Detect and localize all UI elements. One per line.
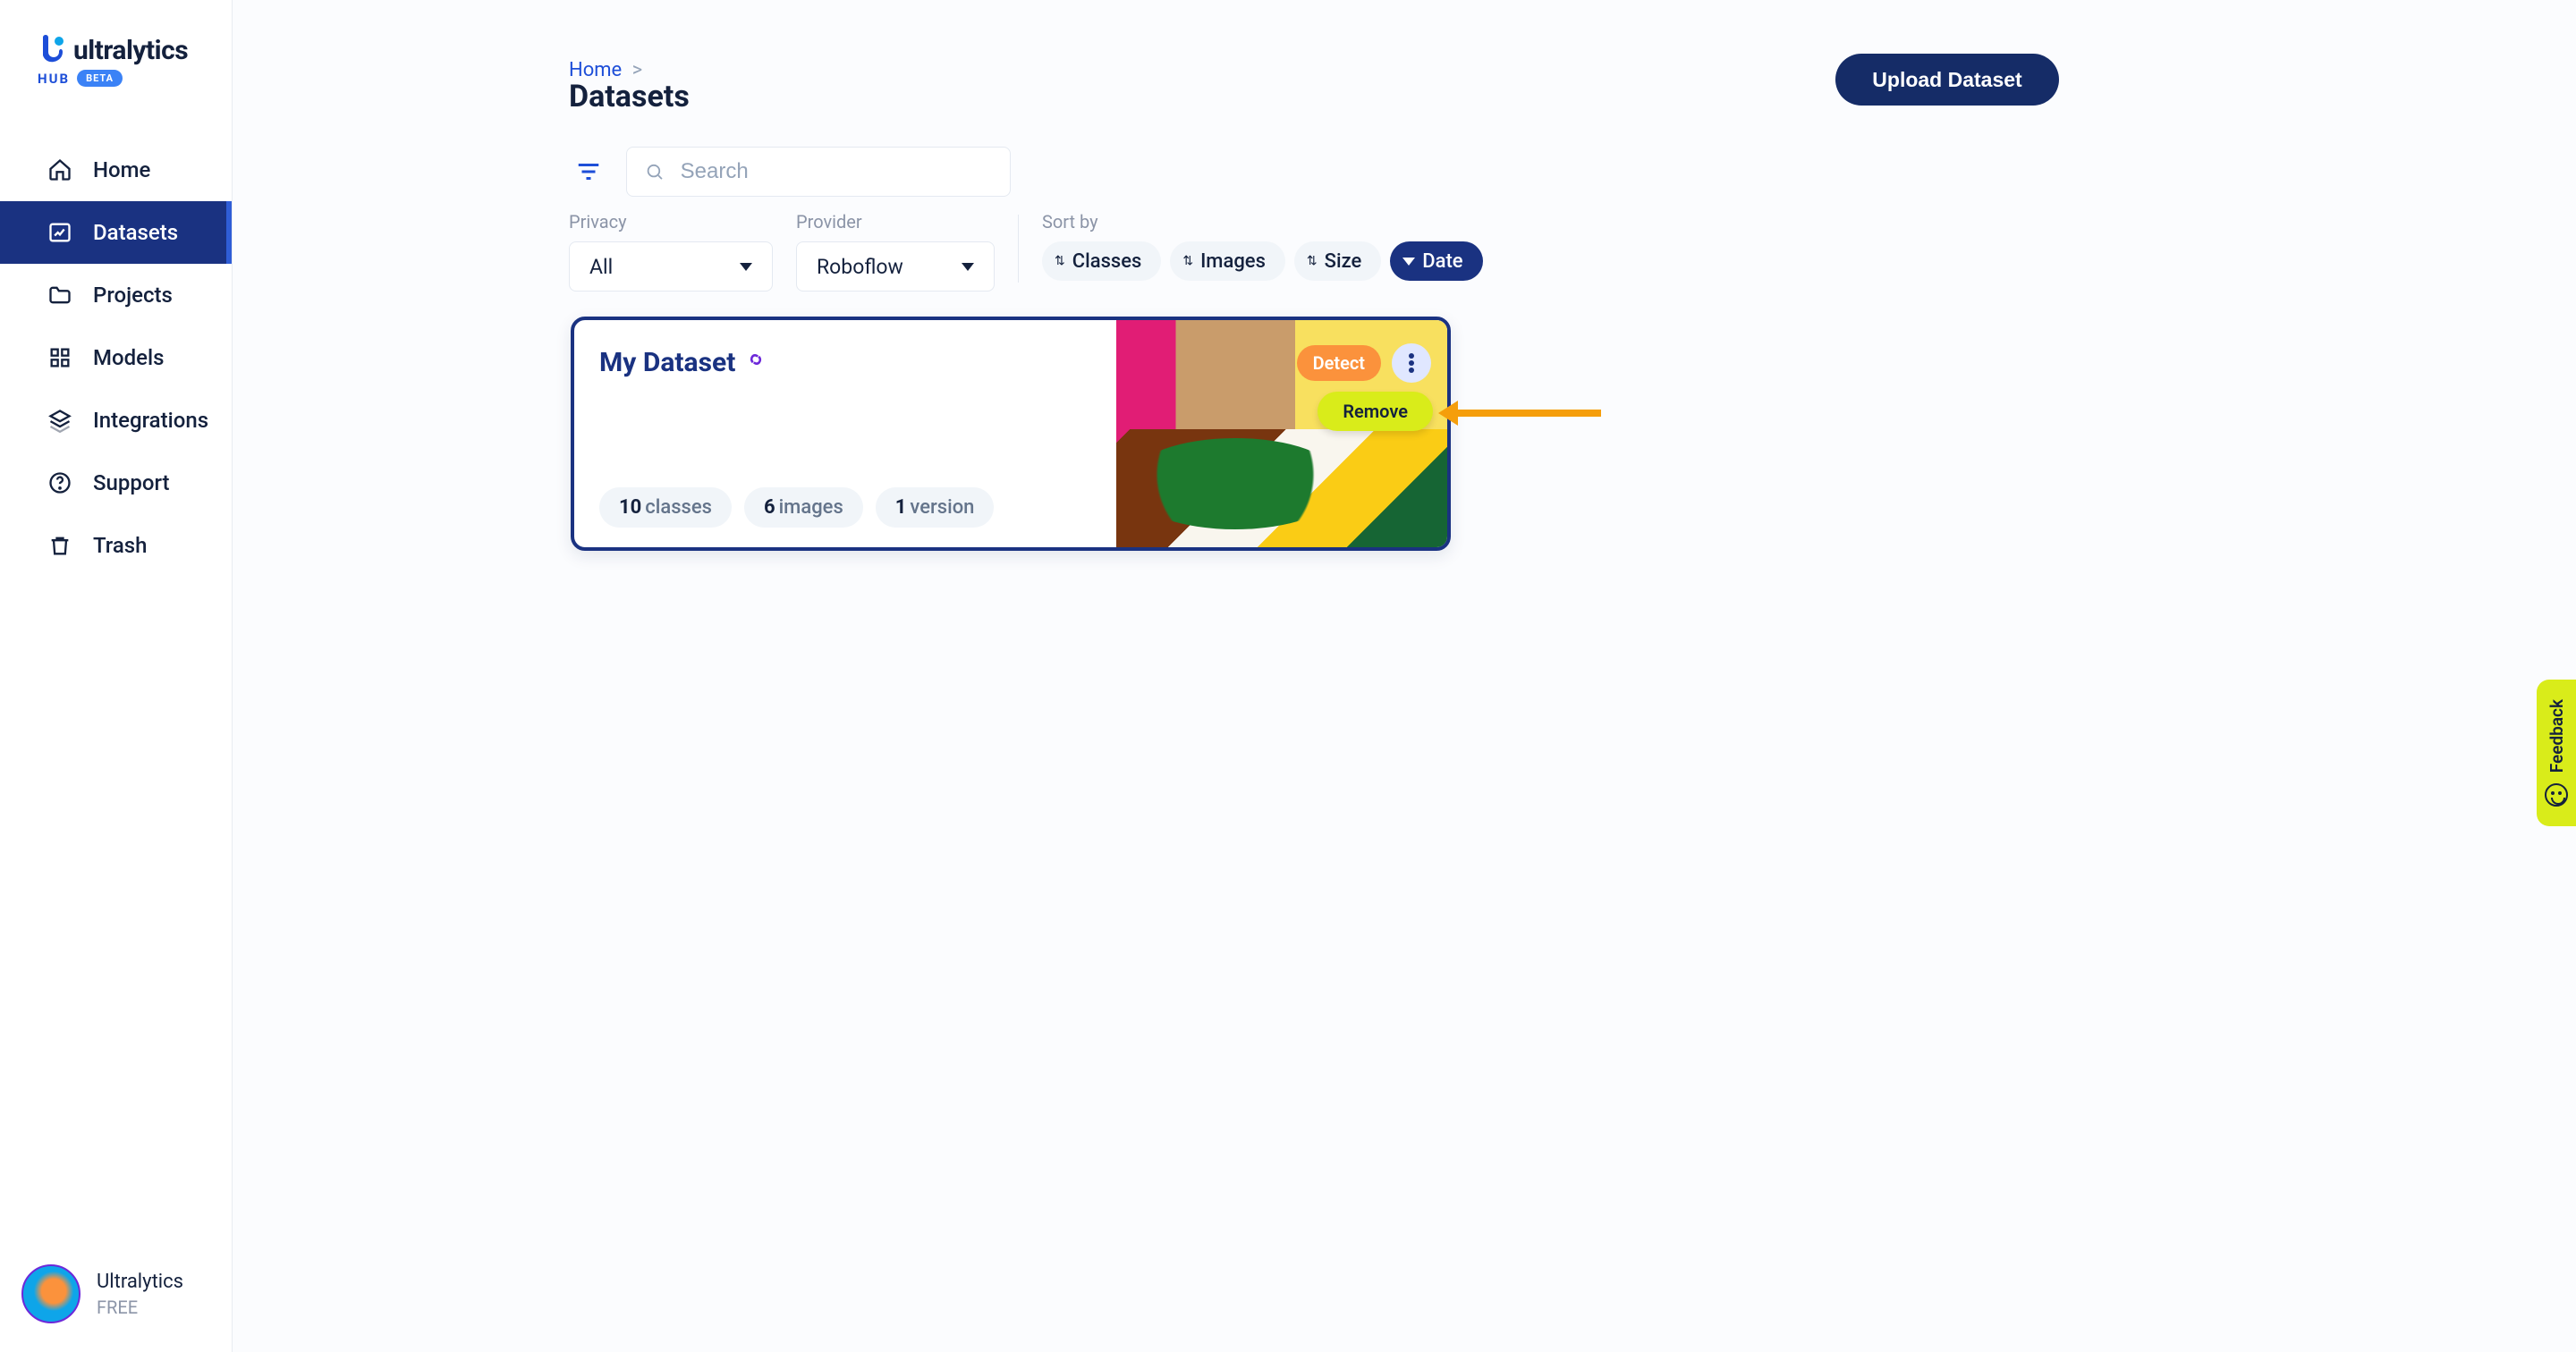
stat-images: 6images	[744, 487, 863, 528]
beta-badge: BETA	[77, 70, 123, 87]
feedback-label: Feedback	[2546, 699, 2567, 773]
detect-badge: Detect	[1297, 345, 1381, 381]
sidebar-item-label: Datasets	[93, 220, 178, 245]
sidebar-item-projects[interactable]: Projects	[0, 264, 232, 326]
chevron-down-icon	[740, 263, 752, 271]
dataset-card[interactable]: My Dataset 10classes 6images 1version De…	[571, 317, 1451, 551]
datasets-icon	[47, 219, 73, 246]
smile-icon	[2545, 783, 2568, 807]
external-link-icon	[744, 347, 767, 378]
remove-menu-item[interactable]: Remove	[1318, 392, 1433, 431]
folder-icon	[47, 282, 73, 308]
sort-classes-pill[interactable]: ⇅ Classes	[1042, 241, 1161, 281]
privacy-dropdown[interactable]: All	[569, 241, 773, 292]
filter-toggle-icon[interactable]	[565, 148, 612, 195]
sidebar-nav: Home Datasets Projects Models Integratio…	[0, 139, 232, 577]
sidebar-item-integrations[interactable]: Integrations	[0, 389, 232, 452]
user-meta: Ultralytics FREE	[97, 1271, 183, 1318]
logo-mark-icon	[38, 32, 66, 68]
search-icon	[645, 161, 665, 182]
help-icon	[47, 469, 73, 496]
sort-pill-label: Size	[1325, 250, 1362, 273]
sort-date-pill[interactable]: Date	[1390, 241, 1482, 281]
sort-size-pill[interactable]: ⇅ Size	[1294, 241, 1381, 281]
models-icon	[47, 344, 73, 371]
provider-label: Provider	[796, 211, 995, 232]
sidebar: ultralytics HUB BETA Home Datasets Proje…	[0, 0, 233, 1352]
annotation-arrow	[1449, 402, 1601, 424]
sort-icon: ⇅	[1182, 255, 1193, 267]
sort-icon	[1402, 258, 1415, 266]
upload-dataset-button[interactable]: Upload Dataset	[1835, 54, 2059, 106]
user-footer[interactable]: Ultralytics FREE	[0, 1264, 232, 1323]
sidebar-item-support[interactable]: Support	[0, 452, 232, 514]
brand-logo: ultralytics HUB BETA	[0, 0, 232, 103]
user-name: Ultralytics	[97, 1271, 183, 1293]
sidebar-item-models[interactable]: Models	[0, 326, 232, 389]
privacy-label: Privacy	[569, 211, 773, 232]
brand-sub: HUB	[38, 71, 70, 87]
dataset-thumbnail: Detect Remove	[1116, 320, 1447, 547]
sidebar-item-label: Home	[93, 157, 150, 182]
sort-label: Sort by	[1042, 211, 1483, 232]
main-area: Home > Datasets Upload Dataset Privacy A…	[233, 0, 2576, 1352]
provider-dropdown[interactable]: Roboflow	[796, 241, 995, 292]
sort-pill-label: Images	[1200, 250, 1266, 273]
home-icon	[47, 156, 73, 183]
stat-versions: 1version	[876, 487, 995, 528]
kebab-icon	[1409, 353, 1414, 373]
chevron-down-icon	[962, 263, 974, 271]
sort-images-pill[interactable]: ⇅ Images	[1170, 241, 1285, 281]
search-input[interactable]	[679, 158, 992, 185]
sidebar-item-label: Models	[93, 345, 164, 370]
sidebar-item-label: Trash	[93, 533, 147, 558]
privacy-value: All	[589, 255, 613, 279]
trash-icon	[47, 532, 73, 559]
sort-pill-label: Classes	[1072, 250, 1142, 273]
stat-classes: 10classes	[599, 487, 732, 528]
brand-name: ultralytics	[73, 35, 188, 66]
avatar	[21, 1264, 80, 1323]
sort-pill-label: Date	[1422, 250, 1462, 273]
user-plan: FREE	[97, 1297, 183, 1318]
layers-icon	[47, 407, 73, 434]
sidebar-item-trash[interactable]: Trash	[0, 514, 232, 577]
page-title: Datasets	[569, 79, 690, 114]
dataset-menu-button[interactable]	[1392, 343, 1431, 383]
sidebar-item-label: Support	[93, 470, 170, 495]
dataset-name: My Dataset	[599, 347, 735, 378]
divider	[1018, 215, 1019, 283]
sort-icon: ⇅	[1307, 255, 1318, 267]
provider-value: Roboflow	[817, 255, 903, 279]
feedback-tab[interactable]: Feedback	[2537, 680, 2576, 826]
sort-icon: ⇅	[1055, 255, 1065, 267]
sidebar-item-datasets[interactable]: Datasets	[0, 201, 232, 264]
search-box[interactable]	[626, 147, 1011, 197]
sidebar-item-label: Integrations	[93, 408, 208, 433]
sidebar-item-label: Projects	[93, 283, 173, 308]
sidebar-item-home[interactable]: Home	[0, 139, 232, 201]
